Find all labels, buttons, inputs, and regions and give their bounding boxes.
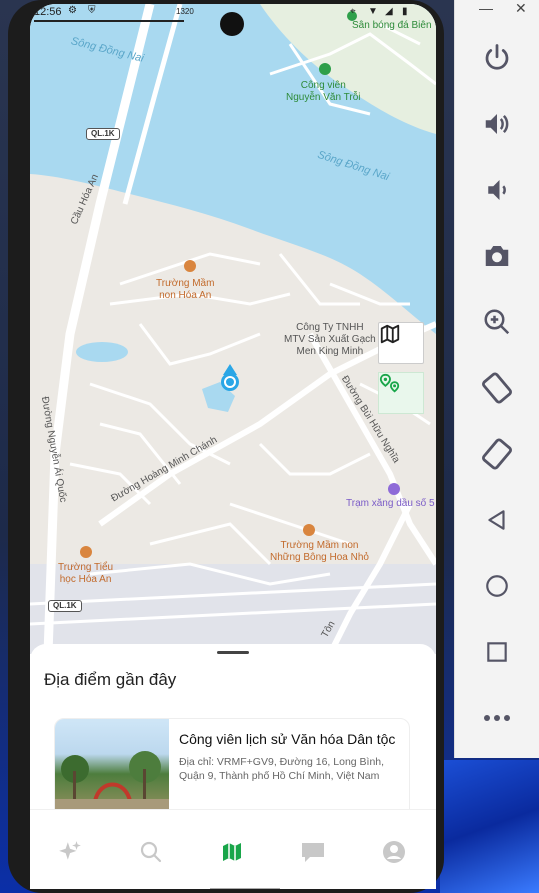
map-label-park: Công viên Nguyễn Văn Trỗi [286, 80, 361, 103]
map-label-gas-station: Trạm xăng dầu số 5 [346, 498, 435, 509]
home-icon [486, 575, 508, 597]
volume-down-icon [488, 180, 506, 200]
highway-shield-1: QL.1K [86, 128, 120, 140]
close-button[interactable]: ✕ [515, 0, 527, 17]
signal-icon: ◢ [385, 6, 393, 17]
shield-status-icon: ⛨ [88, 5, 96, 16]
sheet-title: Địa điểm gần đây [44, 670, 177, 689]
overview-button[interactable] [477, 632, 517, 672]
camera-button[interactable] [477, 236, 517, 276]
search-icon [140, 841, 162, 863]
map-icon [380, 324, 400, 344]
battery-icon: ▮ [402, 6, 408, 17]
place-card[interactable]: Công viên lịch sử Văn hóa Dân tộc Địa ch… [54, 718, 410, 820]
front-camera [220, 12, 244, 36]
gear-icon: ⚙ [68, 5, 77, 16]
nav-explore[interactable] [50, 832, 90, 872]
place-thumbnail [55, 719, 169, 819]
status-time: 12:56 [34, 6, 62, 18]
map-label-school-1: Trường Mầm non Hóa An [156, 278, 215, 301]
nearby-places-sheet[interactable]: Địa điểm gần đây Công viên lịch sử Văn h… [30, 644, 436, 820]
phone-screen: 12:56 ⚙ ⛨ 1320 ⌖ ▼ ◢ ▮ Sân bóng đá Biên … [30, 4, 436, 889]
sparkle-icon [59, 841, 81, 860]
sheet-drag-handle[interactable] [217, 651, 249, 654]
wifi-icon: ▼ [368, 6, 378, 17]
map-label-school-3: Trường Tiểu học Hóa An [58, 562, 114, 585]
emulator-window-controls: — ✕ [455, 0, 539, 22]
emulator-side-panel: — ✕ [454, 0, 539, 758]
more-icon [484, 715, 510, 721]
rotate-right-icon [482, 438, 512, 470]
route-button[interactable] [378, 372, 424, 414]
volume-up-icon [485, 114, 509, 134]
power-button[interactable] [477, 38, 517, 78]
back-icon [488, 510, 505, 530]
nav-search[interactable] [131, 832, 171, 872]
highway-shield-2: QL.1K [48, 600, 82, 612]
place-address: Địa chỉ: VRMF+GV9, Đường 16, Long Bình, … [179, 756, 385, 782]
back-button[interactable] [477, 500, 517, 540]
place-name: Công viên lịch sử Văn hóa Dân tộc [179, 731, 396, 747]
location-status-icon: ⌖ [350, 6, 356, 17]
place-photo [55, 751, 169, 819]
nav-chat[interactable] [293, 832, 333, 872]
home-button[interactable] [477, 566, 517, 606]
route-icon [379, 373, 400, 393]
zoom-icon [484, 309, 510, 335]
nav-profile[interactable] [374, 832, 414, 872]
camera-icon [485, 246, 509, 266]
volume-up-button[interactable] [477, 104, 517, 144]
bottom-navigation [30, 809, 436, 888]
map-label-company: Công Ty TNHH MTV Sản Xuất Gạch Men King … [284, 322, 376, 357]
status-right-text: 1320 [176, 7, 194, 16]
profile-icon [383, 841, 405, 863]
rotate-left-button[interactable] [477, 368, 517, 408]
more-button[interactable] [477, 698, 517, 738]
map-icon [223, 843, 241, 861]
nav-map[interactable] [212, 832, 252, 872]
chat-icon [302, 843, 324, 862]
power-icon [485, 44, 509, 70]
rotate-left-icon [482, 372, 512, 404]
desktop-wallpaper [440, 760, 539, 893]
phone-frame: 12:56 ⚙ ⛨ 1320 ⌖ ▼ ◢ ▮ Sân bóng đá Biên … [8, 0, 444, 893]
map-label-stadium: Sân bóng đá Biên [352, 20, 432, 31]
minimize-button[interactable]: — [479, 0, 493, 16]
map-label-school-2: Trường Mầm non Những Bông Hoa Nhỏ [270, 540, 369, 563]
status-progress-line [34, 20, 184, 22]
rotate-right-button[interactable] [477, 434, 517, 474]
zoom-button[interactable] [477, 302, 517, 342]
overview-icon [487, 642, 507, 662]
home-indicator[interactable] [210, 888, 280, 889]
volume-down-button[interactable] [477, 170, 517, 210]
map-view[interactable]: 12:56 ⚙ ⛨ 1320 ⌖ ▼ ◢ ▮ Sân bóng đá Biên … [30, 4, 436, 654]
map-layers-button[interactable] [378, 322, 424, 364]
